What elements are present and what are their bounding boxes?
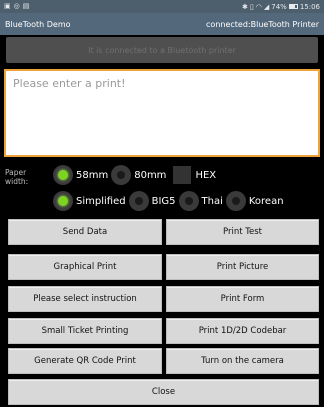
radio-button[interactable] <box>111 165 132 185</box>
radio-button[interactable] <box>178 191 199 211</box>
app-title: BlueTooth Demo <box>5 19 71 29</box>
image-icon: ▣ <box>4 2 11 10</box>
vibrate-icon: ▯ <box>249 2 254 11</box>
radio-label: BIG5 <box>151 195 176 207</box>
radio-option-korean[interactable]: Korean <box>225 191 284 211</box>
hex-checkbox[interactable] <box>173 166 192 184</box>
radio-option-58mm[interactable]: 58mm <box>53 165 108 185</box>
print-test-button[interactable]: Print Test <box>166 219 319 245</box>
qr-code-print-button[interactable]: Generate QR Code Print <box>8 348 162 374</box>
clock: 15:06 <box>299 2 320 11</box>
print-form-button[interactable]: Print Form <box>166 286 319 312</box>
small-ticket-button[interactable]: Small Ticket Printing <box>8 318 162 344</box>
camera-button[interactable]: Turn on the camera <box>166 348 319 374</box>
paper-width-label: Paper width: <box>5 168 29 186</box>
radio-option-simplified[interactable]: Simplified <box>53 191 126 211</box>
radio-button[interactable] <box>225 191 246 211</box>
graphical-print-button[interactable]: Graphical Print <box>8 254 162 280</box>
bluetooth-icon: ✱ <box>242 2 248 11</box>
status-bar: ▣ ◎ ▤ ✱ ▯ ◠ ◢ 74% 15:06 <box>0 0 324 13</box>
radio-label: Simplified <box>76 195 126 207</box>
paper-width-options: 58mm 80mm HEX <box>53 165 219 185</box>
radio-option-thai[interactable]: Thai <box>178 191 223 211</box>
app-root: ▣ ◎ ▤ ✱ ▯ ◠ ◢ 74% 15:06 BlueTooth Demo c… <box>0 0 324 407</box>
print-input-placeholder: Please enter a print! <box>13 77 126 90</box>
send-data-button[interactable]: Send Data <box>8 219 162 245</box>
battery-icon <box>288 4 298 9</box>
hex-checkbox-option[interactable]: HEX <box>169 166 216 184</box>
radio-button[interactable] <box>128 191 149 211</box>
action-bar: BlueTooth Demo connected:BlueTooth Print… <box>0 13 324 35</box>
battery-fill <box>289 5 295 8</box>
battery-percent: 74% <box>271 2 287 11</box>
print-codebar-button[interactable]: Print 1D/2D Codebar <box>166 318 319 344</box>
record-icon: ◎ <box>13 2 20 10</box>
radio-label: 80mm <box>134 169 167 181</box>
radio-label: 58mm <box>76 169 109 181</box>
signal-icon: ◢ <box>263 2 270 11</box>
photo-icon: ▤ <box>22 2 30 10</box>
wifi-icon: ◠ <box>255 2 262 11</box>
radio-button[interactable] <box>53 165 73 185</box>
radio-label: Korean <box>248 195 284 207</box>
connection-status: connected:BlueTooth Printer <box>206 19 319 29</box>
select-instruction-button[interactable]: Please select instruction <box>8 286 162 312</box>
close-button[interactable]: Close <box>8 379 319 405</box>
radio-button[interactable] <box>53 191 73 211</box>
hex-label: HEX <box>195 169 217 181</box>
radio-option-big5[interactable]: BIG5 <box>128 191 176 211</box>
radio-label: Thai <box>201 195 223 207</box>
status-icons: ▣ ◎ ▤ <box>4 3 29 10</box>
connection-info-bar: It is connected to a Bluetooth printer <box>6 37 318 63</box>
print-text-input[interactable]: Please enter a print! <box>4 69 320 157</box>
print-picture-button[interactable]: Print Picture <box>166 254 319 280</box>
radio-option-80mm[interactable]: 80mm <box>111 165 166 185</box>
status-right: ✱ ▯ ◠ ◢ 74% 15:06 <box>242 3 320 11</box>
encoding-options: Simplified BIG5 Thai Korean <box>53 191 287 211</box>
